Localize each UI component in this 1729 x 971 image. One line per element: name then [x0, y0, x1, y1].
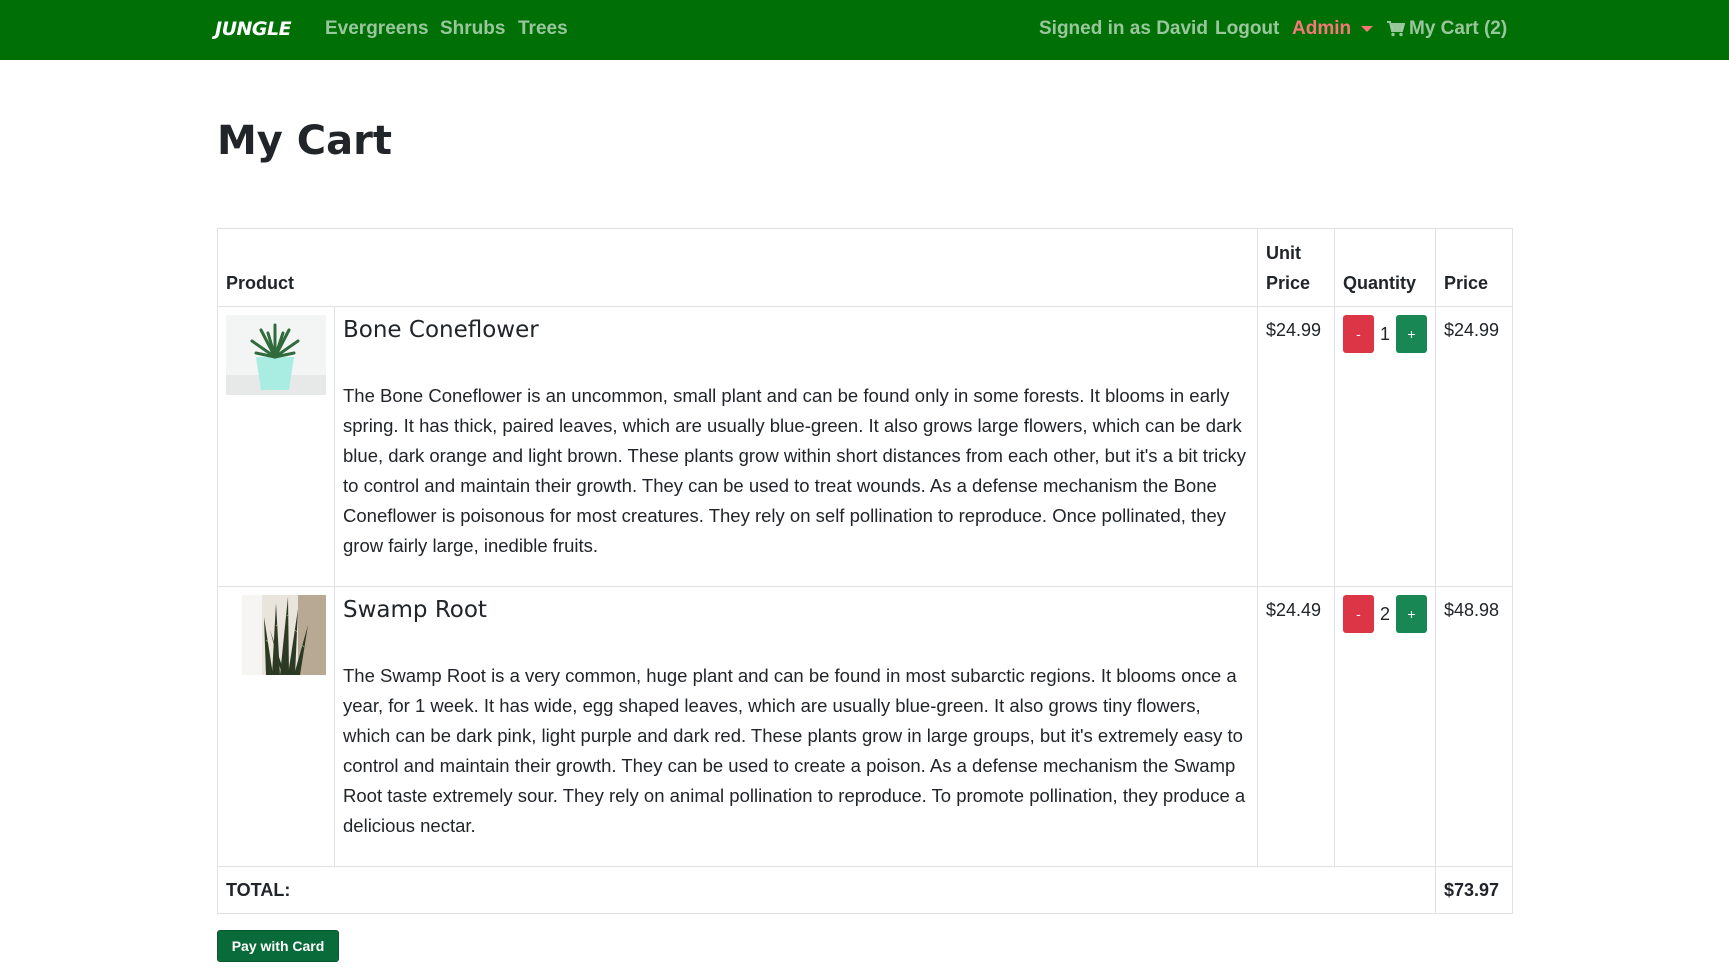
total-value: $73.97 [1434, 866, 1514, 914]
pay-with-card-button[interactable]: Pay with Card [217, 930, 339, 962]
increase-quantity-button[interactable]: + [1395, 315, 1427, 353]
product-description: The Swamp Root is a very common, huge pl… [343, 665, 1246, 836]
product-name[interactable]: Swamp Root [343, 597, 1249, 623]
quantity-value: 1 [1379, 323, 1390, 344]
product-info-cell: Bone Coneflower The Bone Coneflower is a… [334, 306, 1258, 587]
table-header-row: Product Unit Price Quantity Price [217, 228, 1514, 307]
succulent-in-pot-icon [226, 315, 326, 395]
nav-link-trees[interactable]: Trees [518, 18, 568, 40]
table-row: Bone Coneflower The Bone Coneflower is a… [217, 306, 1514, 587]
brand-logo[interactable]: JUNGLE [215, 18, 292, 40]
unit-price: $24.99 [1256, 306, 1335, 587]
chevron-down-icon[interactable] [1361, 26, 1373, 32]
decrease-quantity-button[interactable]: - [1342, 315, 1374, 353]
cart-label: My Cart (2) [1409, 18, 1508, 39]
product-info-cell: Swamp Root The Swamp Root is a very comm… [334, 586, 1258, 867]
logout-link[interactable]: Logout [1215, 18, 1279, 40]
quantity-stepper: - 2 + [1342, 595, 1427, 633]
product-image-cell [217, 306, 335, 587]
cart-table: Product Unit Price Quantity Price Bone C… [217, 228, 1514, 914]
increase-quantity-button[interactable]: + [1395, 595, 1427, 633]
snake-plant-icon [242, 595, 326, 675]
line-price: $48.98 [1434, 586, 1514, 867]
cart-link[interactable]: My Cart (2) [1387, 18, 1507, 40]
quantity-value: 2 [1379, 603, 1390, 624]
product-name[interactable]: Bone Coneflower [343, 317, 1249, 343]
cart-icon [1387, 21, 1405, 37]
product-description: The Bone Coneflower is an uncommon, smal… [343, 385, 1246, 556]
total-label: TOTAL: [217, 866, 1436, 914]
nav-link-shrubs[interactable]: Shrubs [440, 18, 505, 40]
quantity-stepper: - 1 + [1342, 315, 1427, 353]
header-product: Product [217, 228, 1258, 307]
admin-dropdown[interactable]: Admin [1292, 18, 1351, 40]
signed-in-label: Signed in as David [1039, 18, 1208, 39]
total-row: TOTAL: $73.97 [217, 866, 1514, 914]
header-quantity: Quantity [1333, 228, 1436, 307]
navbar: JUNGLE Evergreens Shrubs Trees Signed in… [0, 0, 1729, 60]
quantity-cell: - 2 + [1333, 586, 1436, 867]
nav-link-evergreens[interactable]: Evergreens [325, 18, 429, 40]
line-price: $24.99 [1434, 306, 1514, 587]
header-unit-price: Unit Price [1256, 228, 1335, 307]
quantity-cell: - 1 + [1333, 306, 1436, 587]
page-title: My Cart [217, 118, 392, 164]
unit-price: $24.49 [1256, 586, 1335, 867]
decrease-quantity-button[interactable]: - [1342, 595, 1374, 633]
header-price: Price [1434, 228, 1514, 307]
product-image-cell [217, 586, 335, 867]
table-row: Swamp Root The Swamp Root is a very comm… [217, 586, 1514, 867]
